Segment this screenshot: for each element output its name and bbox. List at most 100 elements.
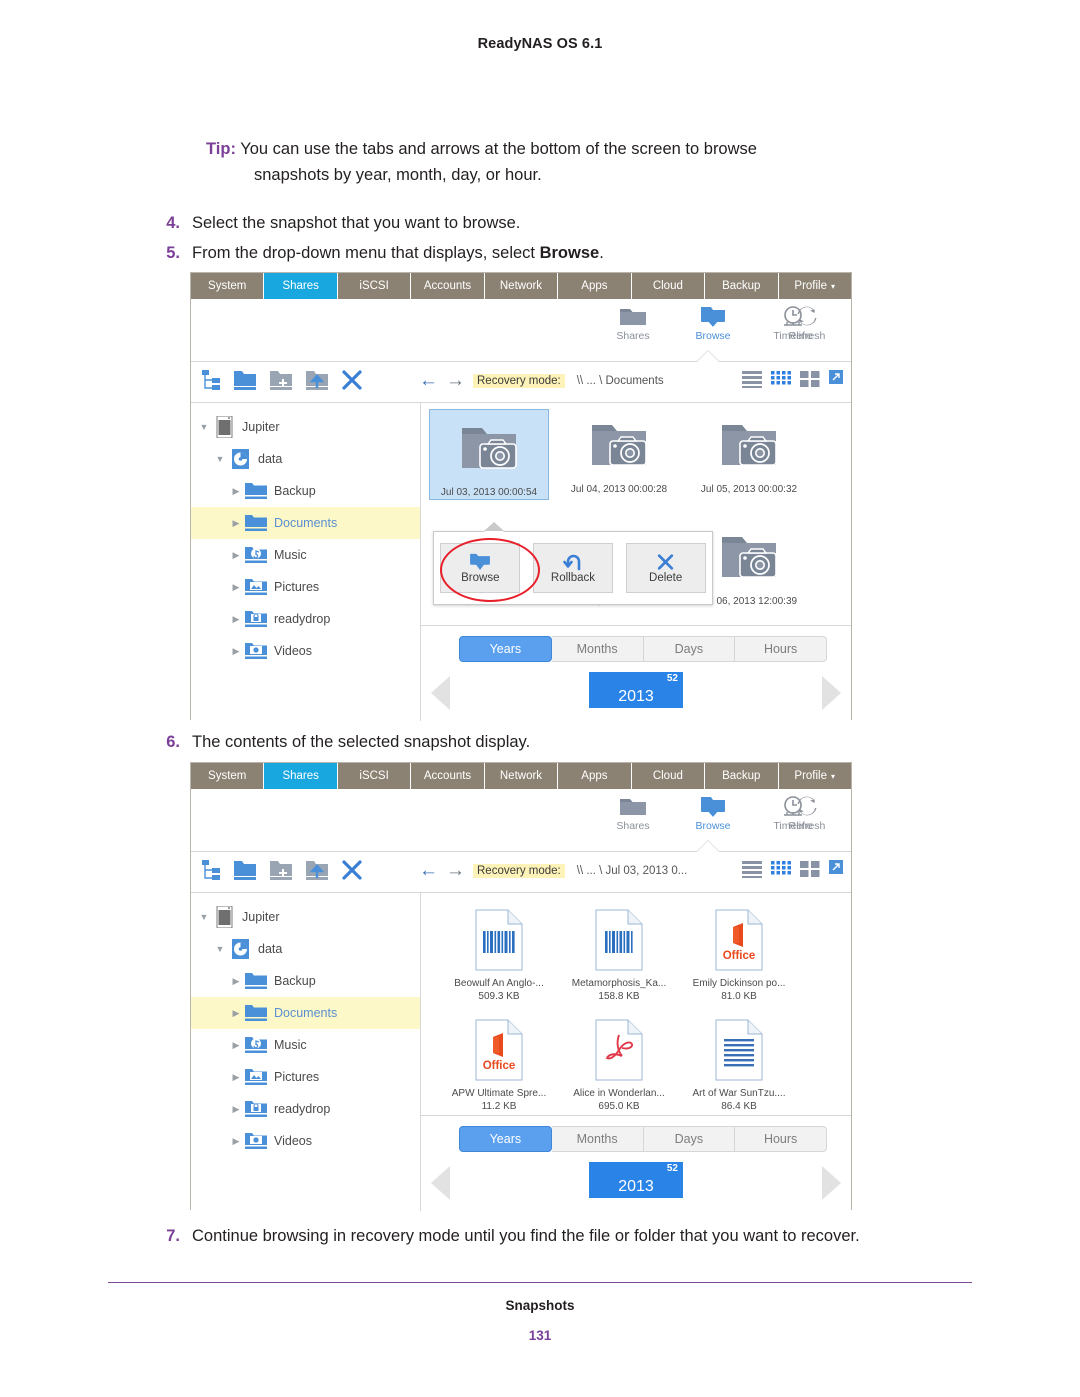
context-delete-button[interactable]: Delete [625,543,706,593]
file-name: Art of War SunTzu.... [692,1088,786,1099]
twisty-icon[interactable]: ▶ [229,976,243,987]
nav-tab-apps[interactable]: Apps [558,763,632,789]
tree-item-label: data [258,942,283,956]
tree-item-readydrop[interactable]: ▶ readydrop [191,1093,420,1125]
tree-item-music[interactable]: ▶ Music [191,1029,420,1061]
file-item[interactable]: Office APW Ultimate Spre... 11.2 KB [439,1013,559,1113]
tree-item-data[interactable]: ▼ data [191,933,420,965]
tree-item-backup[interactable]: ▶ Backup [191,475,420,507]
tree-item-videos[interactable]: ▶ Videos [191,635,420,667]
tree-item-label: Videos [274,1134,312,1148]
timeline-prev-arrow-icon[interactable] [431,1166,450,1200]
twisty-icon[interactable]: ▶ [229,1072,243,1083]
nav-tab-accounts[interactable]: Accounts [411,763,485,789]
tip-label: Tip: [206,140,236,158]
tree-item-videos[interactable]: ▶ Videos [191,1125,420,1157]
timeline-tab-days[interactable]: Days [643,1126,736,1152]
timeline-next-arrow-icon[interactable] [822,676,841,710]
module-refresh[interactable]: Refresh [769,305,845,342]
context-browse-button[interactable]: Browse [440,538,540,602]
snapshot-item[interactable]: Jul 05, 2013 00:00:32 [689,409,809,496]
nav-tab-cloud[interactable]: Cloud [632,763,706,789]
nav-tab-system[interactable]: System [191,273,265,299]
module-refresh[interactable]: Refresh [769,795,845,832]
back-arrow-icon[interactable]: ← [419,861,438,880]
twisty-icon[interactable]: ▶ [229,582,243,593]
module-shares[interactable]: Shares [595,795,671,832]
file-item[interactable]: Office Emily Dickinson po... 81.0 KB [679,903,799,1003]
nav-tab-backup[interactable]: Backup [705,273,779,299]
twisty-icon[interactable]: ▼ [197,422,211,432]
nav-tab-apps[interactable]: Apps [558,273,632,299]
twisty-icon[interactable]: ▼ [197,912,211,922]
file-item[interactable]: Alice in Wonderlan... 695.0 KB [559,1013,679,1113]
tree-item-pictures[interactable]: ▶ Pictures [191,571,420,603]
tree-item-readydrop[interactable]: ▶ readydrop [191,603,420,635]
twisty-icon[interactable]: ▼ [213,454,227,464]
module-shares[interactable]: Shares [595,305,671,342]
step-7: 7. Continue browsing in recovery mode un… [150,1225,1030,1248]
timeline-tab-hours[interactable]: Hours [735,1126,827,1152]
timeline-year-cell[interactable]: 2013 52 [589,672,683,708]
forward-arrow-icon[interactable]: → [446,861,465,880]
snapshot-item[interactable]: Jul 04, 2013 00:00:28 [559,409,679,496]
twisty-icon[interactable]: ▶ [229,614,243,625]
nav-tab-backup[interactable]: Backup [705,763,779,789]
office-doc-icon: Office [679,903,799,977]
timeline-tab-months[interactable]: Months [551,1126,644,1152]
twisty-icon[interactable]: ▶ [229,1040,243,1051]
timeline-next-arrow-icon[interactable] [822,1166,841,1200]
twisty-icon[interactable]: ▶ [229,518,243,529]
forward-arrow-icon[interactable]: → [446,371,465,390]
nav-tab-system[interactable]: System [191,763,265,789]
nav-tab-shares[interactable]: Shares [264,273,338,299]
timeline-navigator: Years Months Days Hours 2013 52 [421,625,851,721]
tree-item-music[interactable]: ▶ Music [191,539,420,571]
file-item[interactable]: Art of War SunTzu.... 86.4 KB [679,1013,799,1113]
twisty-icon[interactable]: ▼ [213,944,227,954]
twisty-icon[interactable]: ▶ [229,1104,243,1115]
timeline-year-cell[interactable]: 2013 52 [589,1162,683,1198]
tip-line-2: snapshots by year, month, day, or hour. [254,166,542,184]
tree-item-documents[interactable]: ▶ Documents [191,997,420,1029]
nav-tab-profile[interactable]: Profile ▾ [779,763,851,789]
tree-item-data[interactable]: ▼ data [191,443,420,475]
module-browse[interactable]: Browse [675,305,751,342]
nav-tab-network[interactable]: Network [485,763,559,789]
twisty-icon[interactable]: ▶ [229,646,243,657]
snapshot-label: Jul 05, 2013 00:00:32 [700,484,798,495]
back-arrow-icon[interactable]: ← [419,371,438,390]
timeline-tab-months[interactable]: Months [551,636,644,662]
browse-folder-icon [701,307,725,327]
timeline-strip: 2013 52 [421,1156,851,1208]
nav-tab-shares[interactable]: Shares [264,763,338,789]
tree-item-backup[interactable]: ▶ Backup [191,965,420,997]
twisty-icon[interactable]: ▶ [229,1008,243,1019]
nav-tab-iscsi[interactable]: iSCSI [338,763,412,789]
nav-tab-accounts[interactable]: Accounts [411,273,485,299]
file-item[interactable]: Beowulf An Anglo-... 509.3 KB [439,903,559,1003]
twisty-icon[interactable]: ▶ [229,550,243,561]
twisty-icon[interactable]: ▶ [229,486,243,497]
tree-item-jupiter[interactable]: ▼ Jupiter [191,901,420,933]
snapshot-item[interactable]: Jul 03, 2013 00:00:54 [429,409,549,500]
folder-icon [620,309,646,325]
timeline-tab-years[interactable]: Years [459,1126,552,1152]
context-rollback-button[interactable]: Rollback [532,543,613,593]
module-browse[interactable]: Browse [675,795,751,832]
nav-tab-network[interactable]: Network [485,273,559,299]
timeline-prev-arrow-icon[interactable] [431,676,450,710]
nav-tab-profile[interactable]: Profile ▾ [779,273,851,299]
tree-item-documents[interactable]: ▶ Documents [191,507,420,539]
timeline-tab-hours[interactable]: Hours [735,636,827,662]
timeline-tab-years[interactable]: Years [459,636,552,662]
nav-tab-iscsi[interactable]: iSCSI [338,273,412,299]
tree-item-jupiter[interactable]: ▼ Jupiter [191,411,420,443]
tree-item-pictures[interactable]: ▶ Pictures [191,1061,420,1093]
nav-tab-cloud[interactable]: Cloud [632,273,706,299]
file-item[interactable]: Metamorphosis_Ka... 158.8 KB [559,903,679,1003]
timeline-tab-days[interactable]: Days [643,636,736,662]
twisty-icon[interactable]: ▶ [229,1136,243,1147]
breadcrumb[interactable]: \\ ... \ Jul 03, 2013 0... [577,865,688,877]
breadcrumb[interactable]: \\ ... \ Documents [577,375,664,387]
